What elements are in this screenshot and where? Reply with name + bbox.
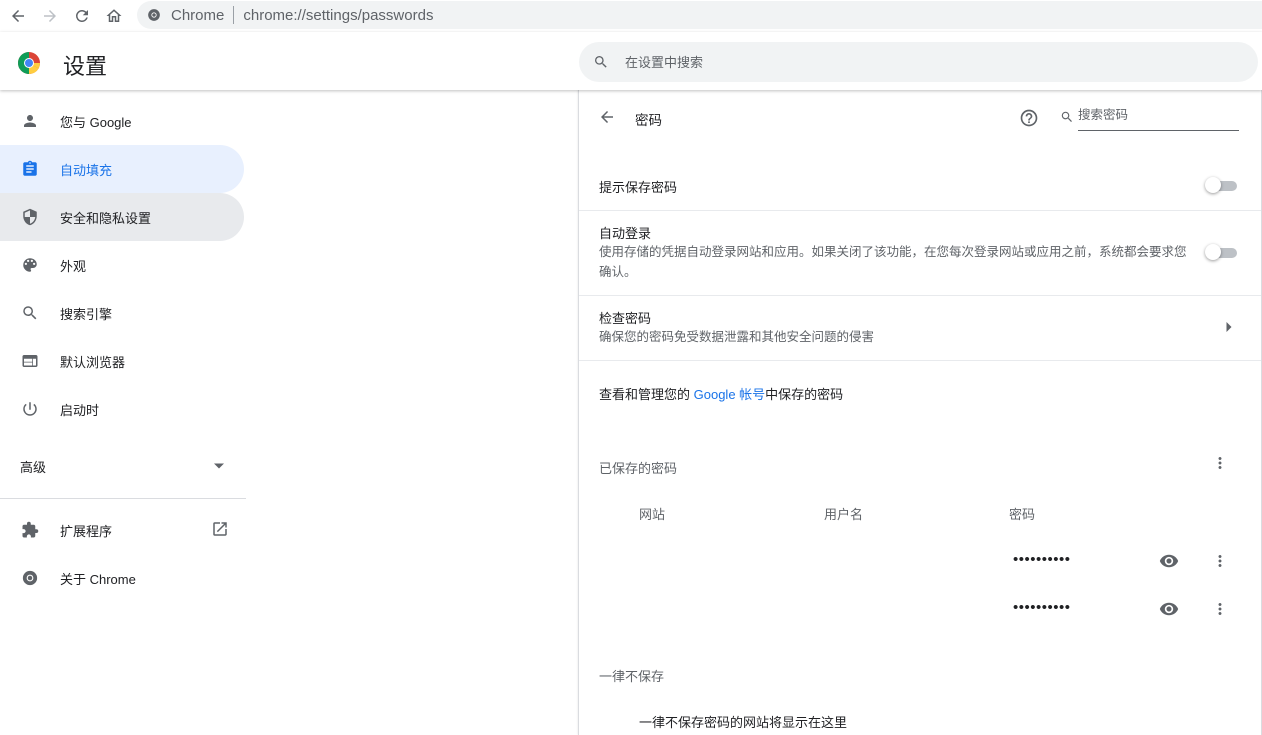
manage-suffix: 中保存的密码: [765, 387, 844, 402]
entry-menu-button[interactable]: [1211, 552, 1229, 570]
arrow-right-icon: [44, 10, 56, 22]
sidebar: 您与 Google 自动填充 安全和隐私设置 外观 搜索引擎 默认浏览器 启动时…: [0, 90, 246, 731]
auto-signin-toggle[interactable]: [1205, 244, 1237, 260]
manage-prefix: 查看和管理您的: [599, 387, 694, 402]
settings-search[interactable]: [579, 42, 1258, 82]
sidebar-item-default-browser[interactable]: 默认浏览器: [0, 337, 244, 385]
chrome-site-icon: [147, 8, 161, 22]
arrow-left-icon: [12, 10, 24, 22]
sidebar-item-label: 外观: [60, 258, 87, 274]
omnibox-site-label: Chrome: [171, 6, 225, 24]
sidebar-divider: [0, 498, 246, 499]
sidebar-item-label: 关于 Chrome: [60, 571, 136, 587]
chevron-right-icon: [1225, 322, 1233, 332]
more-vert-icon: [1218, 555, 1222, 567]
sidebar-item-label: 启动时: [60, 402, 100, 418]
search-icon: [593, 54, 609, 70]
column-header-password: 密码: [1009, 507, 1036, 522]
browser-toolbar: Chrome chrome://settings/passwords: [0, 0, 1262, 33]
sidebar-item-privacy[interactable]: 安全和隐私设置: [0, 193, 244, 241]
omnibox-url: chrome://settings/passwords: [243, 6, 434, 24]
sidebar-advanced-toggle[interactable]: 高级: [0, 446, 246, 486]
more-vert-icon: [1218, 603, 1222, 615]
page-title: 设置: [63, 54, 108, 79]
entry-password: ••••••••••: [1013, 599, 1071, 616]
toggle-knob: [1205, 244, 1221, 260]
row-divider: [579, 360, 1261, 361]
saved-passwords-menu-button[interactable]: [1211, 454, 1229, 472]
table-row: ••••••••••: [579, 584, 1261, 632]
omnibox[interactable]: Chrome chrome://settings/passwords: [137, 1, 1262, 29]
column-header-website: 网站: [639, 507, 666, 522]
sidebar-item-about-chrome[interactable]: 关于 Chrome: [0, 554, 244, 602]
search-icon: [20, 304, 40, 322]
entry-password: ••••••••••: [1013, 551, 1071, 568]
check-passwords-label: 检查密码: [599, 311, 652, 326]
check-passwords-description: 确保您的密码免受数据泄露和其他安全问题的侵害: [599, 330, 875, 344]
caret-down-icon: [214, 463, 224, 469]
advanced-label: 高级: [20, 459, 47, 475]
settings-header: 设置: [0, 32, 1262, 90]
passwords-page-title: 密码: [635, 113, 662, 128]
back-button[interactable]: [6, 4, 30, 28]
reload-button[interactable]: [70, 4, 94, 28]
never-saved-title: 一律不保存: [599, 669, 665, 684]
reload-icon: [75, 9, 88, 22]
chrome-logo-icon: [17, 51, 41, 75]
saved-passwords-title: 已保存的密码: [599, 461, 678, 476]
help-icon: [1020, 109, 1038, 127]
assignment-icon: [20, 160, 40, 178]
offer-to-save-toggle[interactable]: [1205, 177, 1237, 193]
sidebar-item-appearance[interactable]: 外观: [0, 241, 244, 289]
password-search-input[interactable]: [1078, 108, 1228, 122]
toggle-knob: [1205, 177, 1221, 193]
sidebar-item-on-startup[interactable]: 启动时: [0, 385, 244, 433]
column-header-username: 用户名: [824, 507, 864, 522]
sidebar-item-label: 默认浏览器: [60, 354, 126, 370]
settings-search-input[interactable]: [623, 53, 1187, 71]
search-icon: [1060, 110, 1074, 124]
entry-menu-button[interactable]: [1211, 600, 1229, 618]
sidebar-item-label: 自动填充: [60, 162, 113, 178]
auto-signin-label: 自动登录: [599, 226, 652, 241]
person-icon: [20, 112, 40, 130]
passwords-card: 密码 提示保存密码 自动登录 使用存储的凭据自动登录网站和应用。如果关闭了该功能…: [578, 90, 1262, 735]
show-password-button[interactable]: [1159, 599, 1179, 619]
home-icon: [106, 9, 122, 22]
check-passwords-row[interactable]: 检查密码 确保您的密码免受数据泄露和其他安全问题的侵害: [579, 296, 1261, 360]
sidebar-item-autofill[interactable]: 自动填充: [0, 145, 244, 193]
chrome-icon: [20, 569, 40, 587]
auto-signin-description: 使用存储的凭据自动登录网站和应用。如果关闭了该功能，在您每次登录网站或应用之前，…: [599, 245, 1187, 279]
shield-icon: [20, 208, 40, 226]
sidebar-item-search-engine[interactable]: 搜索引擎: [0, 289, 244, 337]
puzzle-icon: [20, 521, 40, 539]
eye-icon: [1159, 554, 1179, 568]
sidebar-item-label: 搜索引擎: [60, 306, 113, 322]
forward-button[interactable]: [38, 4, 62, 28]
eye-icon: [1159, 602, 1179, 616]
sidebar-item-label: 扩展程序: [60, 523, 113, 539]
show-password-button[interactable]: [1159, 551, 1179, 571]
sidebar-item-label: 安全和隐私设置: [60, 210, 152, 226]
never-saved-empty-text: 一律不保存密码的网站将显示在这里: [639, 715, 848, 730]
home-button[interactable]: [102, 4, 126, 28]
password-search-field[interactable]: [1078, 104, 1239, 131]
help-button[interactable]: [1019, 108, 1039, 128]
more-vert-icon: [1218, 457, 1222, 469]
arrow-left-icon: [601, 111, 613, 123]
sidebar-item-label: 您与 Google: [60, 114, 132, 130]
google-account-link[interactable]: Google 帐号: [694, 387, 766, 402]
back-arrow-button[interactable]: [598, 108, 616, 126]
palette-icon: [20, 256, 40, 274]
omnibox-separator: [233, 6, 235, 24]
browser-icon: [20, 352, 40, 370]
offer-to-save-label: 提示保存密码: [599, 180, 678, 195]
open-in-new-icon: [211, 520, 229, 538]
row-divider: [579, 210, 1261, 211]
power-icon: [20, 400, 40, 418]
sidebar-item-you-and-google[interactable]: 您与 Google: [0, 97, 244, 145]
manage-in-account-text: 查看和管理您的 Google 帐号中保存的密码: [599, 384, 843, 403]
table-row: ••••••••••: [579, 536, 1261, 584]
sidebar-item-extensions[interactable]: 扩展程序: [0, 506, 244, 554]
